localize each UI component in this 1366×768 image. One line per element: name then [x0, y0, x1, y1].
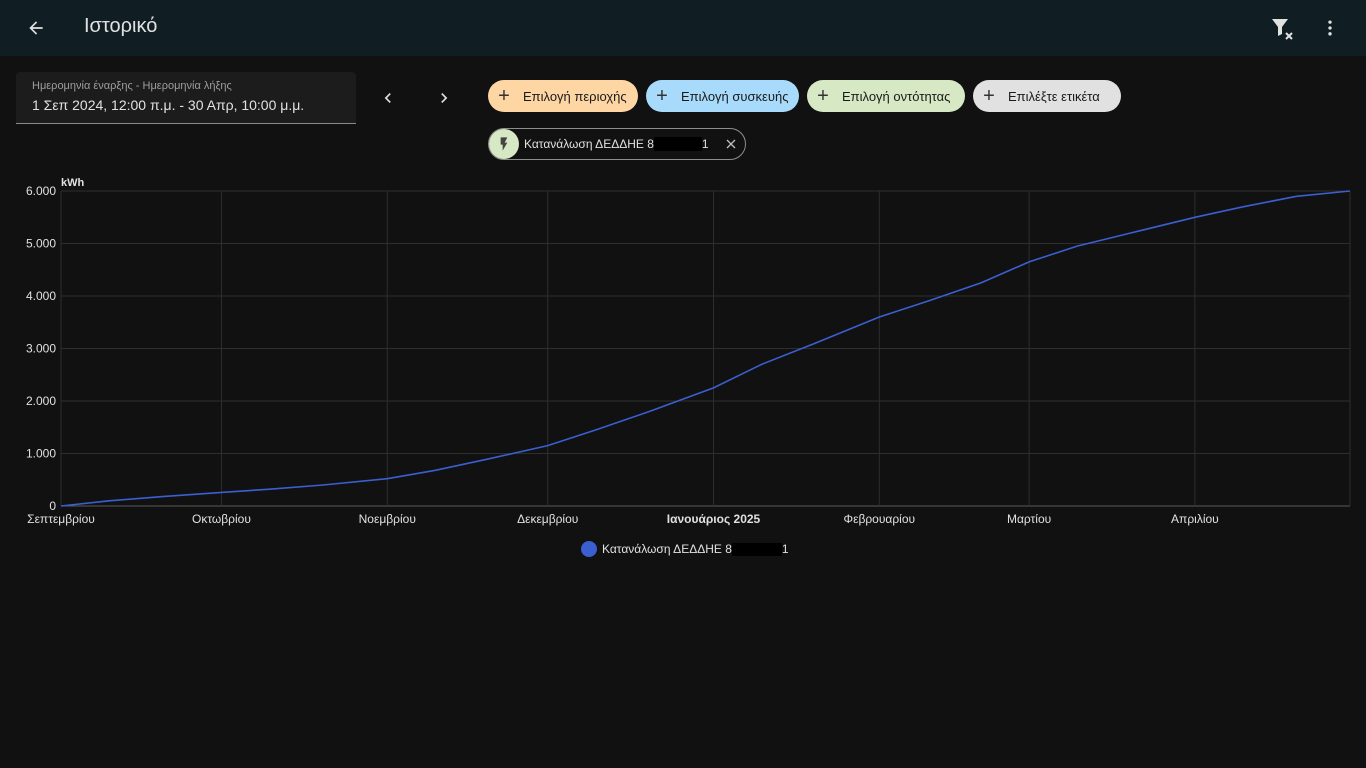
selected-entity-name: Κατανάλωση ΔΕΔΔΗΕ 8 1 — [524, 137, 709, 152]
legend-label-suffix: 1 — [781, 542, 789, 556]
chart-svg: 6.000 5.000 4.000 3.000 2.000 1.000 0 kWh Σεπτεμ… — [26, 177, 1351, 526]
x-tick-label: Μαρτίου — [1007, 512, 1051, 526]
y-tick-label: 2.000 — [26, 394, 56, 408]
selected-entity-name-prefix: Κατανάλωση ΔΕΔΔΗΕ 8 — [524, 136, 654, 151]
select-area-label: Επιλογή περιοχής — [523, 88, 627, 104]
plus-icon: + — [817, 84, 829, 107]
previous-period-button[interactable] — [368, 78, 408, 118]
plus-icon: + — [983, 84, 995, 107]
arrow-left-icon — [29, 21, 43, 35]
chevron-right-icon — [441, 93, 448, 103]
redaction-bar — [731, 542, 782, 556]
remove-entity-button[interactable] — [723, 136, 739, 152]
redaction-bar — [653, 137, 702, 152]
date-range-label: Ημερομηνία έναρξης - Ημερομηνία λήξης — [32, 80, 232, 92]
next-period-button[interactable] — [424, 78, 464, 118]
x-tick-label: Σεπτεμβρίου — [27, 512, 95, 526]
x-tick-label: Οκτωβρίου — [192, 512, 251, 526]
back-button[interactable] — [16, 8, 56, 48]
chevron-left-icon — [384, 93, 391, 103]
filter-remove-icon — [1272, 19, 1293, 40]
page-title: Ιστορικό — [84, 15, 158, 37]
select-device-chip[interactable]: + Επιλογή συσκευής — [646, 80, 799, 112]
close-icon — [726, 139, 736, 149]
plus-icon: + — [498, 84, 510, 107]
x-tick-label: Απριλίου — [1171, 512, 1219, 526]
select-label-label: Επιλέξτε ετικέτα — [1008, 88, 1100, 104]
clear-filters-button[interactable] — [1262, 8, 1302, 48]
x-tick-label: Ιανουάριος 2025 — [667, 512, 761, 526]
history-chart: 6.000 5.000 4.000 3.000 2.000 1.000 0 kWh Σεπτεμ… — [0, 170, 1366, 570]
x-tick-label: Φεβρουαρίου — [844, 512, 916, 526]
y-tick-label: 4.000 — [26, 289, 56, 303]
y-tick-label: 6.000 — [26, 184, 56, 198]
entity-avatar — [489, 129, 519, 159]
top-app-bar: Ιστορικό — [0, 0, 1366, 56]
legend-label-prefix: Κατανάλωση ΔΕΔΔΗΕ 8 — [602, 542, 732, 556]
select-device-label: Επιλογή συσκευής — [681, 88, 789, 104]
date-range-value: 1 Σεπ 2024, 12:00 π.μ. - 30 Απρ, 10:00 μ… — [32, 97, 305, 113]
y-tick-label: 3.000 — [26, 342, 56, 356]
overflow-menu-button[interactable] — [1310, 8, 1350, 48]
selected-entity-chip[interactable]: Κατανάλωση ΔΕΔΔΗΕ 8 1 — [488, 128, 746, 160]
select-entity-chip[interactable]: + Επιλογή οντότητας — [807, 80, 965, 112]
legend-color-dot — [581, 541, 597, 557]
x-tick-label: Νοεμβρίου — [359, 512, 416, 526]
date-range-picker[interactable]: Ημερομηνία έναρξης - Ημερομηνία λήξης 1 … — [16, 72, 356, 124]
y-tick-label: 0 — [49, 499, 56, 513]
flash-icon — [500, 137, 508, 151]
plus-icon: + — [656, 84, 668, 107]
x-tick-label: Δεκεμβρίου — [517, 512, 578, 526]
chart-legend-item[interactable]: Κατανάλωση ΔΕΔΔΗΕ 8 1 — [581, 541, 789, 557]
dots-vertical-icon — [1328, 20, 1332, 36]
select-entity-label: Επιλογή οντότητας — [842, 88, 951, 104]
select-area-chip[interactable]: + Επιλογή περιοχής — [488, 80, 638, 112]
selected-entity-name-suffix: 1 — [701, 136, 709, 151]
y-axis-unit-label: kWh — [61, 177, 85, 189]
select-label-chip[interactable]: + Επιλέξτε ετικέτα — [973, 80, 1121, 112]
y-tick-label: 5.000 — [26, 237, 56, 251]
y-tick-label: 1.000 — [26, 447, 56, 461]
